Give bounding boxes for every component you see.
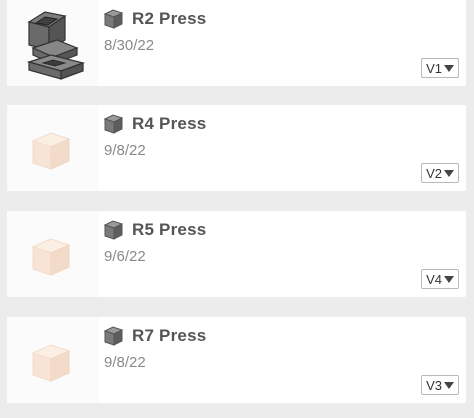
placeholder-cube-thumbnail[interactable] <box>7 211 99 297</box>
item-date: 9/8/22 <box>104 354 146 371</box>
list-item[interactable]: R7 Press 9/8/22 V3 <box>7 317 466 403</box>
part-model-thumbnail[interactable] <box>7 0 99 86</box>
caret-down-icon <box>444 381 454 389</box>
cube-icon <box>31 132 71 170</box>
version-dropdown[interactable]: V2 <box>421 163 459 183</box>
document-list: R2 Press 8/30/22 V1 R4 Press 9/8/22 V2 R… <box>0 0 474 418</box>
list-item[interactable]: R4 Press 9/8/22 V2 <box>7 105 466 191</box>
version-dropdown[interactable]: V4 <box>421 269 459 289</box>
part-model-icon <box>26 11 86 80</box>
placeholder-cube-thumbnail[interactable] <box>7 105 99 191</box>
version-label: V3 <box>426 377 442 393</box>
item-title[interactable]: R2 Press <box>132 9 206 29</box>
version-label: V2 <box>426 165 442 181</box>
cube-icon <box>31 344 71 382</box>
item-title[interactable]: R4 Press <box>132 114 206 134</box>
list-item[interactable]: R2 Press 8/30/22 V1 <box>7 0 466 86</box>
caret-down-icon <box>444 275 454 283</box>
version-label: V1 <box>426 60 442 76</box>
part-studio-icon <box>103 114 124 134</box>
part-studio-icon <box>103 220 124 240</box>
item-title[interactable]: R7 Press <box>132 326 206 346</box>
item-date: 9/6/22 <box>104 248 146 265</box>
part-studio-icon <box>103 9 124 29</box>
version-label: V4 <box>426 271 442 287</box>
item-title[interactable]: R5 Press <box>132 220 206 240</box>
list-item[interactable]: R5 Press 9/6/22 V4 <box>7 211 466 297</box>
caret-down-icon <box>444 64 454 72</box>
item-date: 8/30/22 <box>104 37 155 54</box>
item-date: 9/8/22 <box>104 142 146 159</box>
part-studio-icon <box>103 326 124 346</box>
version-dropdown[interactable]: V3 <box>421 375 459 395</box>
cube-icon <box>31 238 71 276</box>
placeholder-cube-thumbnail[interactable] <box>7 317 99 403</box>
version-dropdown[interactable]: V1 <box>421 58 459 78</box>
caret-down-icon <box>444 169 454 177</box>
